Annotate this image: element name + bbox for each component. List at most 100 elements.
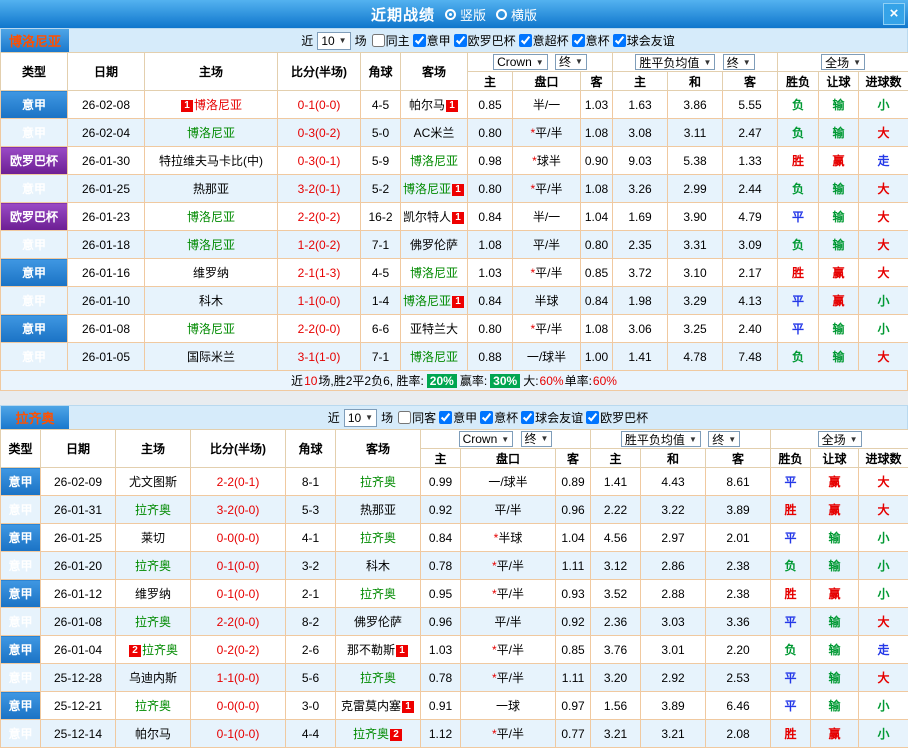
filter-option-意超杯[interactable]: 意超杯 xyxy=(518,32,569,49)
away-team-name[interactable]: 佛罗伦萨 xyxy=(410,238,458,252)
score-link[interactable]: 0-3(0-2) xyxy=(298,126,341,140)
away-team-name[interactable]: 博洛尼亚 xyxy=(410,266,458,280)
away-team-name[interactable]: 亚特兰大 xyxy=(410,322,458,336)
away-team-name[interactable]: 科木 xyxy=(366,559,390,573)
filter-option-同主[interactable]: 同主 xyxy=(371,32,410,49)
score-link[interactable]: 3-2(0-1) xyxy=(298,182,341,196)
final-avg-select[interactable]: 终 ▼ xyxy=(722,54,755,70)
layout-option-vertical[interactable]: 竖版 xyxy=(444,5,486,24)
recent-count-select[interactable]: 10 ▼ xyxy=(343,408,378,427)
full-match-select[interactable]: 全场 ▼ xyxy=(817,431,862,447)
checkbox-意杯[interactable] xyxy=(480,411,494,424)
final-odds-select[interactable]: 终 ▼ xyxy=(555,53,587,70)
home-team-name[interactable]: 博洛尼亚 xyxy=(187,238,235,252)
away-team-name[interactable]: 博洛尼亚 xyxy=(403,294,451,308)
score-cell: 0-2(0-2) xyxy=(190,635,286,664)
home-team-name[interactable]: 拉齐奥 xyxy=(135,503,171,517)
home-team-name[interactable]: 博洛尼亚 xyxy=(187,126,235,140)
away-team-name[interactable]: 热那亚 xyxy=(360,503,396,517)
home-team-name[interactable]: 拉齐奥 xyxy=(135,559,171,573)
home-team-name[interactable]: 维罗纳 xyxy=(135,587,171,601)
close-icon[interactable]: × xyxy=(883,3,905,25)
checkbox-意杯[interactable] xyxy=(571,34,585,47)
away-team-name[interactable]: 博洛尼亚 xyxy=(410,350,458,364)
filter-option-意杯[interactable]: 意杯 xyxy=(571,32,610,49)
away-team-name[interactable]: 帕尔马 xyxy=(409,98,445,112)
away-team-name[interactable]: 拉齐奥 xyxy=(353,727,389,741)
home-team-name[interactable]: 帕尔马 xyxy=(135,727,171,741)
avg-odds-select[interactable]: 胜平负均值 ▼ xyxy=(620,431,701,447)
home-team-name[interactable]: 尤文图斯 xyxy=(129,475,177,489)
checkbox-同主[interactable] xyxy=(371,34,385,47)
score-link[interactable]: 1-1(0-0) xyxy=(217,671,260,685)
home-team-name[interactable]: 乌迪内斯 xyxy=(129,671,177,685)
score-link[interactable]: 2-2(0-2) xyxy=(298,210,341,224)
away-team-name[interactable]: 博洛尼亚 xyxy=(410,154,458,168)
home-team-name[interactable]: 维罗纳 xyxy=(193,266,229,280)
away-team-name[interactable]: 克雷莫内塞 xyxy=(341,699,401,713)
score-link[interactable]: 2-2(0-1) xyxy=(217,475,260,489)
date-cell: 26-01-04 xyxy=(40,635,116,664)
odds-company-select[interactable]: Crown ▼ xyxy=(458,431,514,448)
checkbox-意甲[interactable] xyxy=(412,34,426,47)
layout-option-horizontal[interactable]: 横版 xyxy=(496,5,537,24)
filter-option-欧罗巴杯[interactable]: 欧罗巴杯 xyxy=(586,409,648,426)
near-label: 近 xyxy=(327,411,340,425)
score-link[interactable]: 0-1(0-0) xyxy=(217,727,260,741)
score-link[interactable]: 0-0(0-0) xyxy=(217,699,260,713)
away-team-name[interactable]: 拉齐奥 xyxy=(360,475,396,489)
score-link[interactable]: 2-1(1-3) xyxy=(298,266,341,280)
recent-count-select[interactable]: 10 ▼ xyxy=(317,31,351,50)
score-link[interactable]: 0-3(0-1) xyxy=(298,154,341,168)
checkbox-球会友谊[interactable] xyxy=(521,411,535,424)
score-link[interactable]: 0-1(0-0) xyxy=(217,587,260,601)
score-link[interactable]: 0-0(0-0) xyxy=(217,531,260,545)
filter-option-意杯[interactable]: 意杯 xyxy=(480,409,518,426)
score-link[interactable]: 2-2(0-0) xyxy=(217,615,260,629)
filter-option-意甲[interactable]: 意甲 xyxy=(439,409,477,426)
score-link[interactable]: 0-2(0-2) xyxy=(217,643,260,657)
home-team-name[interactable]: 博洛尼亚 xyxy=(187,322,235,336)
score-link[interactable]: 1-1(0-0) xyxy=(298,294,341,308)
away-team-name[interactable]: 拉齐奥 xyxy=(360,531,396,545)
home-team-name[interactable]: 拉齐奥 xyxy=(142,643,178,657)
home-team-name[interactable]: 莱切 xyxy=(141,531,165,545)
home-team-name[interactable]: 科木 xyxy=(199,294,223,308)
home-team-name[interactable]: 博洛尼亚 xyxy=(187,210,235,224)
home-team-name[interactable]: 热那亚 xyxy=(193,182,229,196)
score-link[interactable]: 0-1(0-0) xyxy=(217,559,260,573)
final-avg-select[interactable]: 终 ▼ xyxy=(708,431,741,447)
checkbox-同客[interactable] xyxy=(398,411,412,424)
away-team-name[interactable]: 佛罗伦萨 xyxy=(354,615,402,629)
away-team-name[interactable]: 博洛尼亚 xyxy=(403,182,451,196)
checkbox-意甲[interactable] xyxy=(439,411,453,424)
filter-option-球会友谊[interactable]: 球会友谊 xyxy=(521,409,583,426)
score-link[interactable]: 3-2(0-0) xyxy=(217,503,260,517)
checkbox-球会友谊[interactable] xyxy=(612,34,626,47)
full-match-select[interactable]: 全场 ▼ xyxy=(821,54,865,70)
away-team-name[interactable]: AC米兰 xyxy=(414,126,455,140)
filter-option-球会友谊[interactable]: 球会友谊 xyxy=(612,32,675,49)
checkbox-意超杯[interactable] xyxy=(518,34,532,47)
home-team-name[interactable]: 特拉维夫马卡比(中) xyxy=(159,154,263,168)
away-team-name[interactable]: 那不勒斯 xyxy=(347,643,395,657)
away-team-name[interactable]: 拉齐奥 xyxy=(360,671,396,685)
checkbox-欧罗巴杯[interactable] xyxy=(586,411,600,424)
away-team-name[interactable]: 拉齐奥 xyxy=(360,587,396,601)
home-team-name[interactable]: 国际米兰 xyxy=(187,350,235,364)
avg-odds-select[interactable]: 胜平负均值 ▼ xyxy=(635,54,716,70)
filter-option-同客[interactable]: 同客 xyxy=(398,409,436,426)
filter-option-欧罗巴杯[interactable]: 欧罗巴杯 xyxy=(453,32,516,49)
score-link[interactable]: 1-2(0-2) xyxy=(298,238,341,252)
filter-option-意甲[interactable]: 意甲 xyxy=(412,32,451,49)
checkbox-欧罗巴杯[interactable] xyxy=(453,34,467,47)
score-link[interactable]: 3-1(1-0) xyxy=(298,350,341,364)
score-link[interactable]: 0-1(0-0) xyxy=(298,98,341,112)
home-team-name[interactable]: 拉齐奥 xyxy=(135,615,171,629)
home-team-name[interactable]: 博洛尼亚 xyxy=(194,98,242,112)
away-team-name[interactable]: 凯尔特人 xyxy=(403,210,451,224)
home-team-name[interactable]: 拉齐奥 xyxy=(135,699,171,713)
odds-company-select[interactable]: Crown ▼ xyxy=(493,54,548,71)
score-link[interactable]: 2-2(0-0) xyxy=(298,322,341,336)
final-odds-select[interactable]: 终 ▼ xyxy=(520,430,553,447)
